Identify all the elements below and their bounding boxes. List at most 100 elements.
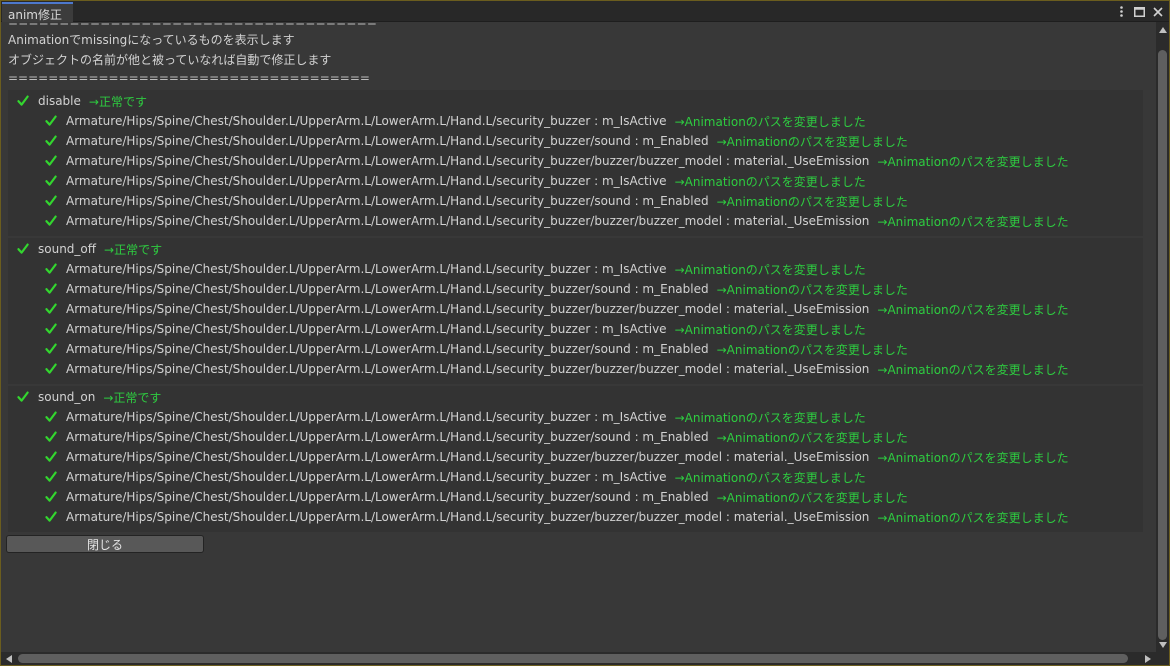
- list-item: Armature/Hips/Spine/Chest/Shoulder.L/Upp…: [45, 359, 1069, 379]
- group-header: sound_on →正常です: [17, 387, 161, 407]
- binding-path: Armature/Hips/Spine/Chest/Shoulder.L/Upp…: [66, 410, 667, 424]
- fix-status: →Animationのパスを変更しました: [877, 510, 1069, 525]
- list-item: Armature/Hips/Spine/Chest/Shoulder.L/Upp…: [45, 487, 908, 507]
- group-name: disable: [38, 94, 81, 108]
- divider-top: ====================================: [8, 22, 377, 26]
- scroll-down-arrow-icon[interactable]: [1156, 638, 1169, 651]
- check-icon: [45, 303, 57, 314]
- binding-path: Armature/Hips/Spine/Chest/Shoulder.L/Upp…: [66, 362, 870, 376]
- maximize-icon[interactable]: [1134, 5, 1145, 19]
- check-icon: [45, 511, 57, 522]
- description-line-2: オブジェクトの名前が他と被っていなれば自動で修正します: [8, 53, 332, 67]
- binding-path: Armature/Hips/Spine/Chest/Shoulder.L/Upp…: [66, 302, 870, 316]
- check-icon: [45, 283, 57, 294]
- list-item: Armature/Hips/Spine/Chest/Shoulder.L/Upp…: [45, 211, 1069, 231]
- fix-status: →Animationのパスを変更しました: [877, 214, 1069, 229]
- check-icon: [45, 175, 57, 186]
- close-icon[interactable]: [1152, 5, 1163, 19]
- binding-path: Armature/Hips/Spine/Chest/Shoulder.L/Upp…: [66, 134, 709, 148]
- check-icon: [45, 451, 57, 462]
- list-item: Armature/Hips/Spine/Chest/Shoulder.L/Upp…: [45, 279, 908, 299]
- group-name: sound_on: [38, 390, 96, 404]
- check-icon: [45, 431, 57, 442]
- binding-path: Armature/Hips/Spine/Chest/Shoulder.L/Upp…: [66, 510, 870, 524]
- group-name: sound_off: [38, 242, 97, 256]
- list-item: Armature/Hips/Spine/Chest/Shoulder.L/Upp…: [45, 407, 866, 427]
- check-icon: [17, 95, 29, 106]
- fix-status: →Animationのパスを変更しました: [716, 490, 908, 505]
- list-item: Armature/Hips/Spine/Chest/Shoulder.L/Upp…: [45, 171, 866, 191]
- fix-status: →Animationのパスを変更しました: [716, 134, 908, 149]
- list-item: Armature/Hips/Spine/Chest/Shoulder.L/Upp…: [45, 427, 908, 447]
- group-status: →正常です: [103, 390, 162, 405]
- fix-status: →Animationのパスを変更しました: [716, 282, 908, 297]
- binding-path: Armature/Hips/Spine/Chest/Shoulder.L/Upp…: [66, 470, 667, 484]
- check-icon: [45, 155, 57, 166]
- fix-status: →Animationのパスを変更しました: [716, 194, 908, 209]
- check-icon: [45, 215, 57, 226]
- fix-status: →Animationのパスを変更しました: [716, 342, 908, 357]
- fix-status: →Animationのパスを変更しました: [674, 470, 866, 485]
- list-item: Armature/Hips/Spine/Chest/Shoulder.L/Upp…: [45, 339, 908, 359]
- vertical-scrollbar[interactable]: [1156, 22, 1169, 652]
- list-item: Armature/Hips/Spine/Chest/Shoulder.L/Upp…: [45, 131, 908, 151]
- binding-path: Armature/Hips/Spine/Chest/Shoulder.L/Upp…: [66, 214, 870, 228]
- binding-path: Armature/Hips/Spine/Chest/Shoulder.L/Upp…: [66, 262, 667, 276]
- scroll-up-arrow-icon[interactable]: [1156, 23, 1169, 36]
- binding-path: Armature/Hips/Spine/Chest/Shoulder.L/Upp…: [66, 430, 709, 444]
- check-icon: [17, 391, 29, 402]
- animation-group: disable →正常です Armature/Hips/Spine/Chest/Sh…: [8, 90, 1143, 236]
- list-item: Armature/Hips/Spine/Chest/Shoulder.L/Upp…: [45, 151, 1069, 171]
- fix-status: →Animationのパスを変更しました: [674, 174, 866, 189]
- scroll-right-arrow-icon[interactable]: [1141, 652, 1154, 665]
- list-item: Armature/Hips/Spine/Chest/Shoulder.L/Upp…: [45, 467, 866, 487]
- horizontal-scrollbar[interactable]: [1, 652, 1156, 665]
- list-item: Armature/Hips/Spine/Chest/Shoulder.L/Upp…: [45, 319, 866, 339]
- tab-bar: anim修正: [1, 1, 1169, 22]
- list-item: Armature/Hips/Spine/Chest/Shoulder.L/Upp…: [45, 111, 866, 131]
- horizontal-scroll-thumb[interactable]: [18, 654, 1128, 663]
- close-button[interactable]: 閉じる: [6, 535, 204, 553]
- fix-status: →Animationのパスを変更しました: [877, 362, 1069, 377]
- divider-bottom: ====================================: [8, 71, 370, 85]
- binding-path: Armature/Hips/Spine/Chest/Shoulder.L/Upp…: [66, 342, 709, 356]
- check-icon: [45, 195, 57, 206]
- check-icon: [45, 363, 57, 374]
- window-controls: [1116, 4, 1163, 19]
- fix-status: →Animationのパスを変更しました: [877, 154, 1069, 169]
- binding-path: Armature/Hips/Spine/Chest/Shoulder.L/Upp…: [66, 282, 709, 296]
- group-header: sound_off →正常です: [17, 239, 162, 259]
- binding-path: Armature/Hips/Spine/Chest/Shoulder.L/Upp…: [66, 490, 709, 504]
- binding-path: Armature/Hips/Spine/Chest/Shoulder.L/Upp…: [66, 322, 667, 336]
- scroll-content: ==================================== Ani…: [1, 22, 1156, 652]
- check-icon: [45, 323, 57, 334]
- list-item: Armature/Hips/Spine/Chest/Shoulder.L/Upp…: [45, 507, 1069, 527]
- list-item: Armature/Hips/Spine/Chest/Shoulder.L/Upp…: [45, 259, 866, 279]
- fix-status: →Animationのパスを変更しました: [877, 302, 1069, 317]
- animation-group: sound_off →正常です Armature/Hips/Spine/Chest/…: [8, 238, 1143, 384]
- tab-anim-fix[interactable]: anim修正: [2, 2, 73, 22]
- fix-status: →Animationのパスを変更しました: [674, 410, 866, 425]
- list-item: Armature/Hips/Spine/Chest/Shoulder.L/Upp…: [45, 191, 908, 211]
- check-icon: [45, 115, 57, 126]
- check-icon: [45, 135, 57, 146]
- fix-status: →Animationのパスを変更しました: [674, 322, 866, 337]
- list-item: Armature/Hips/Spine/Chest/Shoulder.L/Upp…: [45, 299, 1069, 319]
- fix-status: →Animationのパスを変更しました: [674, 114, 866, 129]
- binding-path: Armature/Hips/Spine/Chest/Shoulder.L/Upp…: [66, 194, 709, 208]
- group-status: →正常です: [88, 94, 147, 109]
- binding-path: Armature/Hips/Spine/Chest/Shoulder.L/Upp…: [66, 114, 667, 128]
- check-icon: [17, 243, 29, 254]
- fix-status: →Animationのパスを変更しました: [716, 430, 908, 445]
- binding-path: Armature/Hips/Spine/Chest/Shoulder.L/Upp…: [66, 154, 870, 168]
- scroll-left-arrow-icon[interactable]: [2, 652, 15, 665]
- more-vertical-icon[interactable]: [1116, 5, 1127, 19]
- fix-status: →Animationのパスを変更しました: [877, 450, 1069, 465]
- vertical-scroll-thumb[interactable]: [1158, 50, 1167, 640]
- check-icon: [45, 411, 57, 422]
- editor-window: anim修正 =================================…: [0, 0, 1170, 666]
- check-icon: [45, 343, 57, 354]
- description-line-1: Animationでmissingになっているものを表示します: [8, 33, 295, 47]
- group-status: →正常です: [104, 242, 163, 257]
- fix-status: →Animationのパスを変更しました: [674, 262, 866, 277]
